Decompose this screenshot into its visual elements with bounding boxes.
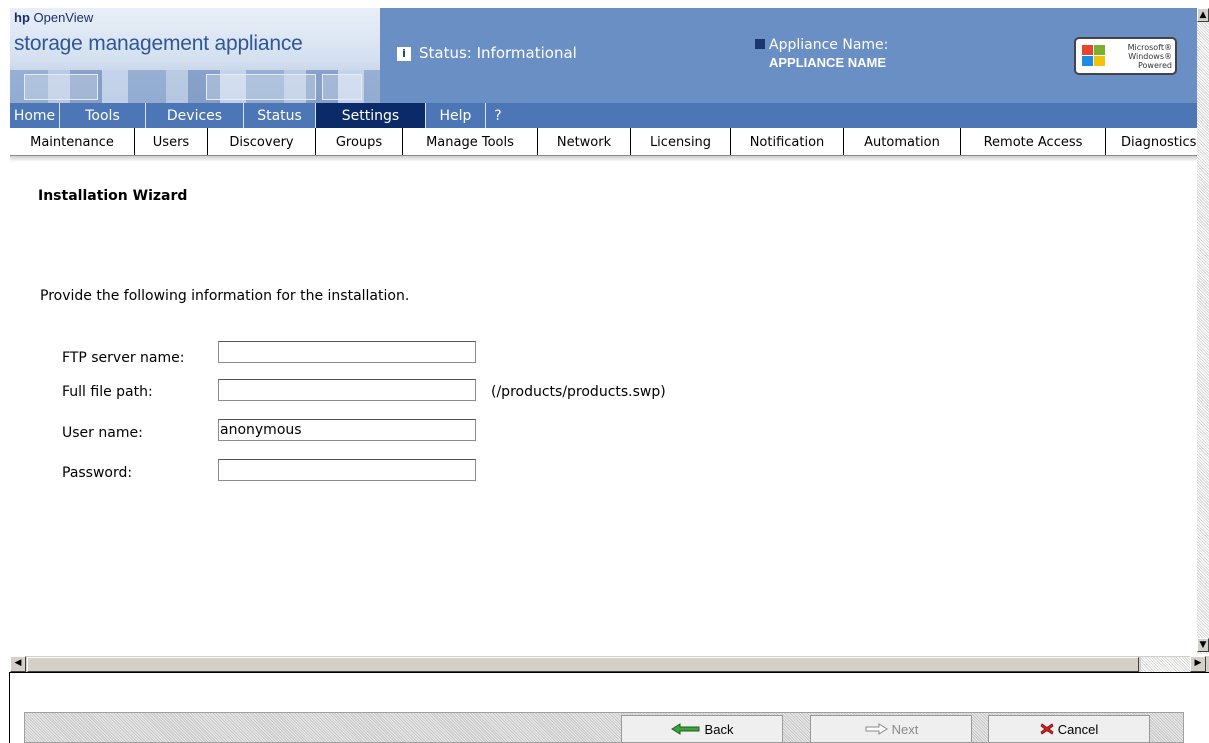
frame-divider [10, 672, 1209, 673]
brand-artwork-frame [322, 74, 362, 100]
subnav-shadow [10, 156, 1197, 162]
user-name-input[interactable] [218, 419, 476, 441]
tab-remote-access[interactable]: Remote Access [961, 128, 1106, 155]
back-button[interactable]: Back [621, 715, 783, 743]
nav-help[interactable]: Help [426, 103, 486, 128]
password-label: Password: [62, 465, 133, 481]
next-button[interactable]: Next [810, 715, 972, 743]
nav-tools[interactable]: Tools [60, 103, 146, 128]
cancel-x-icon [1040, 717, 1054, 743]
tab-notification[interactable]: Notification [731, 128, 844, 155]
product-line: hp OpenView [14, 10, 93, 25]
windows-powered-badge: Microsoft® Windows® Powered [1074, 37, 1177, 75]
nav-devices[interactable]: Devices [146, 103, 244, 128]
frame-border [9, 672, 10, 743]
file-path-hint: (/products/products.swp) [491, 384, 666, 400]
square-bullet-icon [755, 39, 765, 49]
user-name-label: User name: [62, 425, 143, 441]
appliance-name-block: Appliance Name: APPLIANCE NAME [755, 37, 889, 70]
appliance-name-label: Appliance Name: [769, 37, 889, 53]
openview-text: OpenView [29, 10, 94, 25]
nav-status[interactable]: Status [244, 103, 316, 128]
file-path-input[interactable] [218, 379, 476, 401]
ftp-server-label: FTP server name: [62, 350, 185, 366]
tab-diagnostics[interactable]: Diagnostics [1106, 128, 1197, 155]
brand-artwork-frame [206, 74, 316, 100]
scroll-down-icon[interactable]: ▼ [1197, 638, 1209, 652]
back-button-label: Back [704, 722, 734, 737]
file-path-label: Full file path: [62, 384, 153, 400]
product-name: storage management appliance [14, 32, 303, 55]
next-arrow-icon [864, 717, 888, 743]
info-icon: i [397, 47, 411, 61]
page-title: Installation Wizard [38, 188, 188, 204]
horizontal-scroll-track[interactable] [1141, 657, 1190, 672]
horizontal-scroll-thumb[interactable] [27, 657, 1139, 672]
header-banner: hp OpenView storage management appliance… [10, 8, 1197, 103]
next-button-label: Next [891, 722, 919, 737]
sub-nav: Maintenance Users Discovery Groups Manag… [10, 128, 1197, 156]
windows-badge-text: Microsoft® Windows® Powered [1127, 43, 1172, 70]
vertical-scrollbar[interactable]: ▲ ▼ [1197, 8, 1209, 654]
back-arrow-icon [670, 717, 701, 743]
tab-network[interactable]: Network [538, 128, 631, 155]
scroll-right-icon[interactable]: ▶ [1190, 656, 1206, 672]
tab-maintenance[interactable]: Maintenance [10, 128, 135, 155]
tab-manage-tools[interactable]: Manage Tools [403, 128, 538, 155]
appliance-name-value: APPLIANCE NAME [769, 55, 887, 70]
tab-licensing[interactable]: Licensing [631, 128, 731, 155]
password-input[interactable] [218, 459, 476, 481]
intro-text: Provide the following information for th… [40, 288, 410, 304]
nav-home[interactable]: Home [10, 103, 60, 128]
tab-groups[interactable]: Groups [316, 128, 403, 155]
cancel-button[interactable]: Cancel [988, 715, 1150, 743]
hp-logo-text: hp [14, 10, 30, 25]
main-nav: Home Tools Devices Status Settings Help … [10, 103, 1197, 128]
brand-panel: hp OpenView storage management appliance [10, 8, 380, 103]
nav-settings[interactable]: Settings [316, 103, 426, 128]
ftp-server-input[interactable] [218, 341, 476, 363]
windows-flag-icon [1082, 45, 1106, 67]
tab-automation[interactable]: Automation [844, 128, 961, 155]
status-indicator: i Status: Informational [397, 44, 577, 62]
brand-artwork-frame [24, 74, 98, 100]
cancel-button-label: Cancel [1057, 722, 1099, 737]
horizontal-scrollbar[interactable]: ◀ ▶ [10, 655, 1209, 672]
nav-about-icon[interactable]: ? [486, 103, 510, 128]
scroll-up-icon[interactable]: ▲ [1197, 8, 1209, 22]
tab-users[interactable]: Users [135, 128, 208, 155]
scroll-left-icon[interactable]: ◀ [10, 656, 26, 672]
tab-discovery[interactable]: Discovery [208, 128, 316, 155]
status-text: Status: Informational [419, 44, 577, 62]
